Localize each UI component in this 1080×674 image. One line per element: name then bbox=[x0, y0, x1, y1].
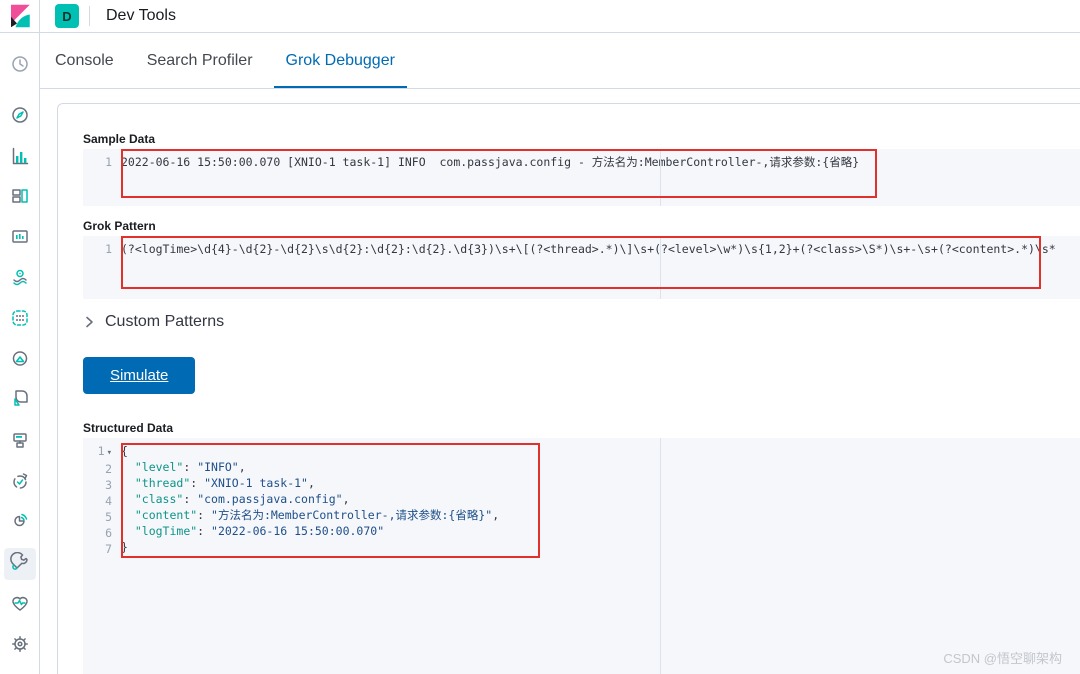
editor-ruler bbox=[660, 236, 661, 299]
sample-data-gutter: 1 bbox=[105, 155, 112, 169]
logs-icon bbox=[10, 430, 30, 455]
sidebar-item-canvas[interactable] bbox=[4, 222, 36, 254]
editor-ruler bbox=[660, 149, 661, 206]
sidebar-item-discover[interactable] bbox=[4, 101, 36, 133]
tab-grok-debugger[interactable]: Grok Debugger bbox=[274, 33, 407, 88]
top-bar: D Dev Tools bbox=[0, 0, 1080, 33]
discover-icon bbox=[10, 105, 30, 130]
simulate-button[interactable]: Simulate bbox=[83, 357, 196, 394]
apm-icon bbox=[10, 511, 30, 536]
structured-data-label: Structured Data bbox=[83, 421, 174, 435]
topbar-divider bbox=[89, 6, 90, 26]
fold-caret-icon[interactable]: ▾ bbox=[107, 448, 112, 458]
editor-ruler bbox=[660, 438, 661, 674]
management-icon bbox=[10, 634, 30, 659]
watermark: CSDN @悟空聊架构 bbox=[943, 651, 1062, 666]
sidebar-item-uptime[interactable] bbox=[4, 467, 36, 499]
kibana-logo-icon bbox=[10, 4, 30, 28]
json-line: "class": "com.passjava.config", bbox=[134, 492, 350, 506]
tab-console[interactable]: Console bbox=[43, 33, 126, 88]
structured-data-content: { "level": "INFO", "thread": "XNIO-1 tas… bbox=[121, 443, 1080, 674]
sidebar bbox=[0, 33, 40, 674]
grok-debugger-panel: Sample Data 1 2022-06-16 15:50:00.070 [X… bbox=[57, 103, 1080, 674]
sample-data-content: 2022-06-16 15:50:00.070 [XNIO-1 task-1] … bbox=[121, 155, 860, 169]
sidebar-item-graph[interactable] bbox=[4, 345, 36, 377]
uptime-icon bbox=[10, 471, 30, 496]
sample-data-editor[interactable]: 1 2022-06-16 15:50:00.070 [XNIO-1 task-1… bbox=[83, 149, 1080, 206]
json-line: "thread": "XNIO-1 task-1", bbox=[134, 476, 315, 490]
sidebar-item-visualize[interactable] bbox=[4, 142, 36, 174]
page-title: Dev Tools bbox=[106, 7, 176, 24]
recently-viewed-icon bbox=[10, 54, 30, 79]
grok-pattern-editor[interactable]: 1 (?<logTime>\d{4}-\d{2}-\d{2}\s\d{2}:\d… bbox=[83, 236, 1080, 299]
visualize-icon bbox=[10, 146, 30, 171]
sidebar-item-recently-viewed[interactable] bbox=[4, 50, 36, 82]
sidebar-item-maps[interactable] bbox=[4, 263, 36, 295]
sidebar-item-logs[interactable] bbox=[4, 426, 36, 458]
graph-icon bbox=[10, 349, 30, 374]
custom-patterns-toggle[interactable]: Custom Patterns bbox=[83, 313, 224, 331]
dev-tools-icon bbox=[10, 551, 30, 577]
sidebar-item-dashboard[interactable] bbox=[4, 182, 36, 214]
sidebar-item-apm[interactable] bbox=[4, 507, 36, 539]
structured-data-gutter: 1 ▾ 2 3 4 5 6 7 bbox=[97, 444, 112, 556]
sidebar-item-management[interactable] bbox=[4, 630, 36, 662]
grok-pattern-gutter: 1 bbox=[105, 242, 112, 256]
json-line: "content": "方法名为:MemberController-,请求参数:… bbox=[134, 508, 500, 522]
tab-bar: Console Search Profiler Grok Debugger bbox=[40, 33, 1080, 89]
json-line: { bbox=[121, 444, 128, 458]
json-line: "logTime": "2022-06-16 15:50:00.070" bbox=[134, 524, 385, 538]
json-line: "level": "INFO", bbox=[134, 460, 246, 474]
kibana-logo[interactable] bbox=[0, 0, 40, 32]
space-badge[interactable]: D bbox=[55, 4, 79, 28]
sample-data-label: Sample Data bbox=[83, 132, 156, 146]
grok-pattern-label: Grok Pattern bbox=[83, 219, 156, 233]
sidebar-item-metrics[interactable] bbox=[4, 384, 36, 416]
maps-icon bbox=[10, 267, 30, 292]
sidebar-item-machine-learning[interactable] bbox=[4, 304, 36, 336]
metrics-icon bbox=[10, 388, 30, 413]
sidebar-item-monitoring[interactable] bbox=[4, 589, 36, 621]
chevron-right-icon bbox=[86, 316, 93, 328]
grok-pattern-content: (?<logTime>\d{4}-\d{2}-\d{2}\s\d{2}:\d{2… bbox=[121, 242, 1056, 256]
monitoring-icon bbox=[10, 593, 30, 618]
machine-learning-icon bbox=[10, 308, 30, 333]
json-line: } bbox=[121, 540, 128, 554]
sidebar-item-dev-tools[interactable] bbox=[4, 548, 36, 580]
custom-patterns-label: Custom Patterns bbox=[105, 313, 225, 330]
tab-search-profiler[interactable]: Search Profiler bbox=[135, 33, 265, 88]
structured-data-editor[interactable]: 1 ▾ 2 3 4 5 6 7 { "level": "INFO", "thread": "X… bbox=[83, 438, 1080, 674]
dashboard-icon bbox=[10, 186, 30, 211]
canvas-icon bbox=[10, 226, 30, 251]
